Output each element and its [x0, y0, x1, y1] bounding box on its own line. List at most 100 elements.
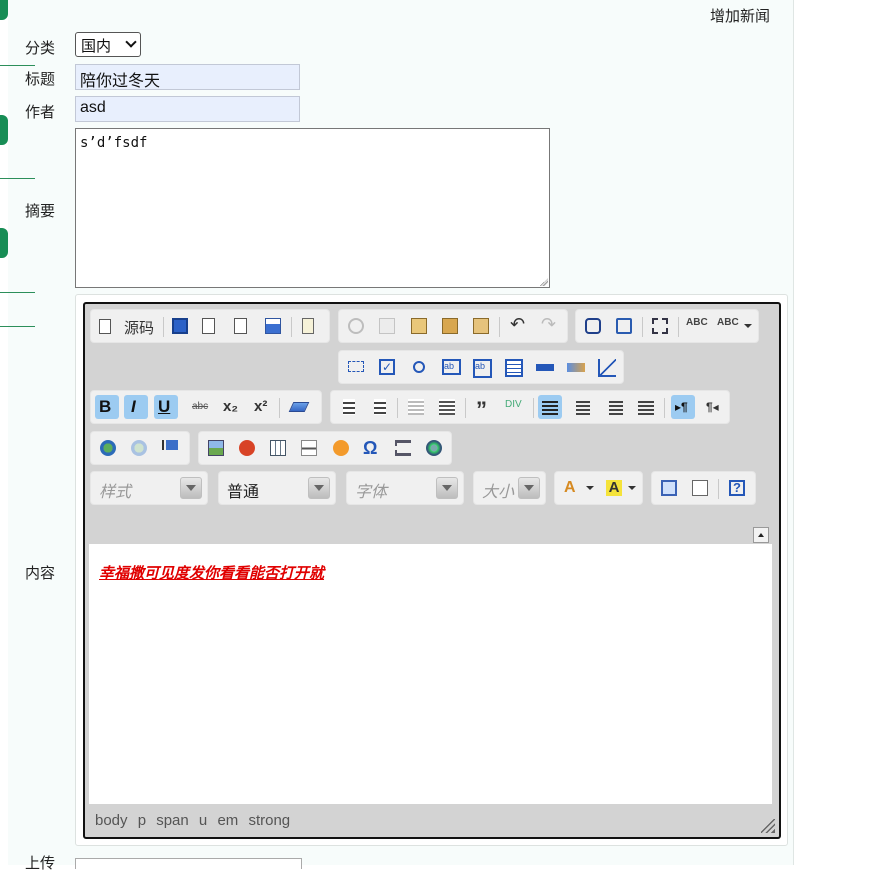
image-button-field-button[interactable]: [563, 355, 587, 379]
align-center-icon: [576, 399, 590, 415]
flash-button[interactable]: [235, 436, 259, 460]
find-button[interactable]: [581, 314, 605, 338]
smiley-button[interactable]: [329, 436, 353, 460]
path-item[interactable]: p: [138, 812, 146, 829]
print-button[interactable]: [261, 314, 285, 338]
justify-center-button[interactable]: [571, 395, 595, 419]
resize-grip-icon[interactable]: [540, 278, 548, 286]
copy-button[interactable]: [375, 314, 399, 338]
path-item[interactable]: em: [217, 812, 238, 829]
creatediv-button[interactable]: DIV: [503, 395, 527, 419]
form-button[interactable]: [344, 355, 368, 379]
spellcheck-button[interactable]: ABC: [684, 314, 708, 338]
title-input[interactable]: 陪你过冬天: [75, 64, 300, 90]
outdent-button[interactable]: [404, 395, 428, 419]
superscript-button[interactable]: x²: [250, 395, 274, 419]
templates-button[interactable]: [298, 314, 322, 338]
nav-tab[interactable]: [0, 228, 8, 258]
div-icon: DIV: [505, 399, 522, 410]
chevron-down-icon: [628, 486, 636, 490]
page-break-button[interactable]: [391, 436, 415, 460]
chevron-down-icon[interactable]: [308, 477, 330, 499]
summary-textarea[interactable]: s’d’fsdf: [75, 128, 550, 288]
separator: [279, 398, 280, 418]
author-input[interactable]: asd: [75, 96, 300, 122]
cut-button[interactable]: [344, 314, 368, 338]
toolbar-collapse-button[interactable]: [753, 527, 769, 543]
bg-color-button[interactable]: A: [602, 476, 638, 500]
justify-block-button[interactable]: [634, 395, 658, 419]
preview-button[interactable]: [230, 314, 254, 338]
resize-handle-icon[interactable]: [761, 819, 775, 833]
horizontal-rule-button[interactable]: [297, 436, 321, 460]
replace-button[interactable]: [612, 314, 636, 338]
category-select[interactable]: 国内: [75, 32, 141, 57]
path-item[interactable]: span: [156, 812, 189, 829]
path-item[interactable]: u: [199, 812, 207, 829]
chevron-down-icon[interactable]: [180, 477, 202, 499]
hidden-field-button[interactable]: [594, 355, 618, 379]
scayt-button[interactable]: ABC: [715, 314, 755, 338]
chevron-down-icon[interactable]: [518, 477, 540, 499]
save-button[interactable]: [168, 314, 192, 338]
subscript-button[interactable]: x₂: [219, 395, 243, 419]
font-combo[interactable]: 字体: [346, 471, 464, 505]
table-button[interactable]: [266, 436, 290, 460]
paste-text-button[interactable]: [438, 314, 462, 338]
paste-word-button[interactable]: [469, 314, 493, 338]
blockquote-button[interactable]: ”: [472, 395, 496, 421]
unlink-button[interactable]: [127, 436, 151, 460]
maximize-button[interactable]: [657, 476, 681, 500]
about-button[interactable]: ?: [725, 476, 749, 500]
separator: [718, 479, 719, 499]
rtl-icon: ¶◂: [706, 400, 719, 414]
size-combo[interactable]: 大小: [473, 471, 546, 505]
text-color-button[interactable]: A: [560, 476, 596, 500]
textarea-button[interactable]: ab: [469, 355, 493, 379]
paste-button[interactable]: [407, 314, 431, 338]
show-blocks-button[interactable]: [688, 476, 712, 500]
bulleted-list-button[interactable]: [367, 395, 391, 419]
textfield-button[interactable]: ab: [438, 355, 462, 379]
iframe-button[interactable]: [422, 436, 446, 460]
path-item[interactable]: strong: [248, 812, 290, 829]
new-page-button[interactable]: [198, 314, 222, 338]
select-field-button[interactable]: [501, 355, 525, 379]
special-char-button[interactable]: Ω: [360, 436, 384, 460]
style-combo[interactable]: 样式: [90, 471, 208, 505]
justify-left-button[interactable]: [538, 395, 562, 419]
bidi-ltr-button[interactable]: ▸¶: [671, 395, 695, 419]
bold-icon: B: [99, 397, 112, 416]
undo-button[interactable]: ↶: [506, 314, 530, 338]
path-item[interactable]: body: [95, 812, 128, 829]
editor-content-area[interactable]: 幸福撒可见度发你看看能否打开就: [89, 544, 772, 804]
link-button[interactable]: [96, 436, 120, 460]
checkbox-button[interactable]: ✓: [375, 355, 399, 379]
subscript-icon: x₂: [223, 398, 239, 415]
toolbar-group-basic: B I U abc x₂ x²: [90, 390, 322, 424]
underline-button[interactable]: U: [154, 395, 178, 419]
format-combo[interactable]: 普通: [218, 471, 336, 505]
redo-button[interactable]: ↷: [537, 314, 561, 338]
bidi-rtl-button[interactable]: ¶◂: [702, 395, 726, 419]
anchor-button[interactable]: [158, 436, 182, 460]
numbered-list-button[interactable]: [336, 395, 360, 419]
nav-tab[interactable]: [0, 115, 8, 145]
nav-tab[interactable]: [0, 0, 8, 20]
bold-button[interactable]: B: [95, 395, 119, 419]
image-button[interactable]: [204, 436, 228, 460]
chevron-down-icon[interactable]: [436, 477, 458, 499]
source-button[interactable]: 源码: [94, 314, 158, 338]
omega-icon: Ω: [363, 438, 378, 458]
button-field-button[interactable]: [532, 355, 556, 379]
upload-input[interactable]: [75, 858, 302, 869]
add-news-link[interactable]: 增加新闻: [710, 5, 770, 26]
radio-button[interactable]: [407, 355, 431, 379]
remove-format-button[interactable]: [287, 395, 311, 419]
select-all-button[interactable]: [648, 314, 672, 338]
indent-button[interactable]: [435, 395, 459, 419]
maximize-icon: [661, 480, 677, 496]
strike-button[interactable]: abc: [188, 395, 212, 419]
italic-button[interactable]: I: [124, 395, 148, 419]
justify-right-button[interactable]: [603, 395, 627, 419]
